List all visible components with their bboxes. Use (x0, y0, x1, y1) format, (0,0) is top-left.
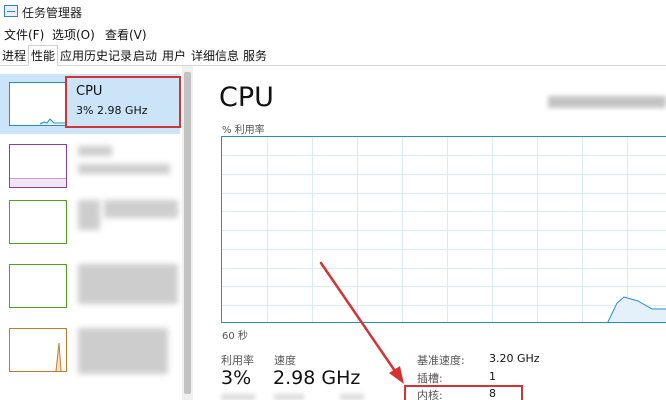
annotation-arrow (319, 261, 404, 384)
